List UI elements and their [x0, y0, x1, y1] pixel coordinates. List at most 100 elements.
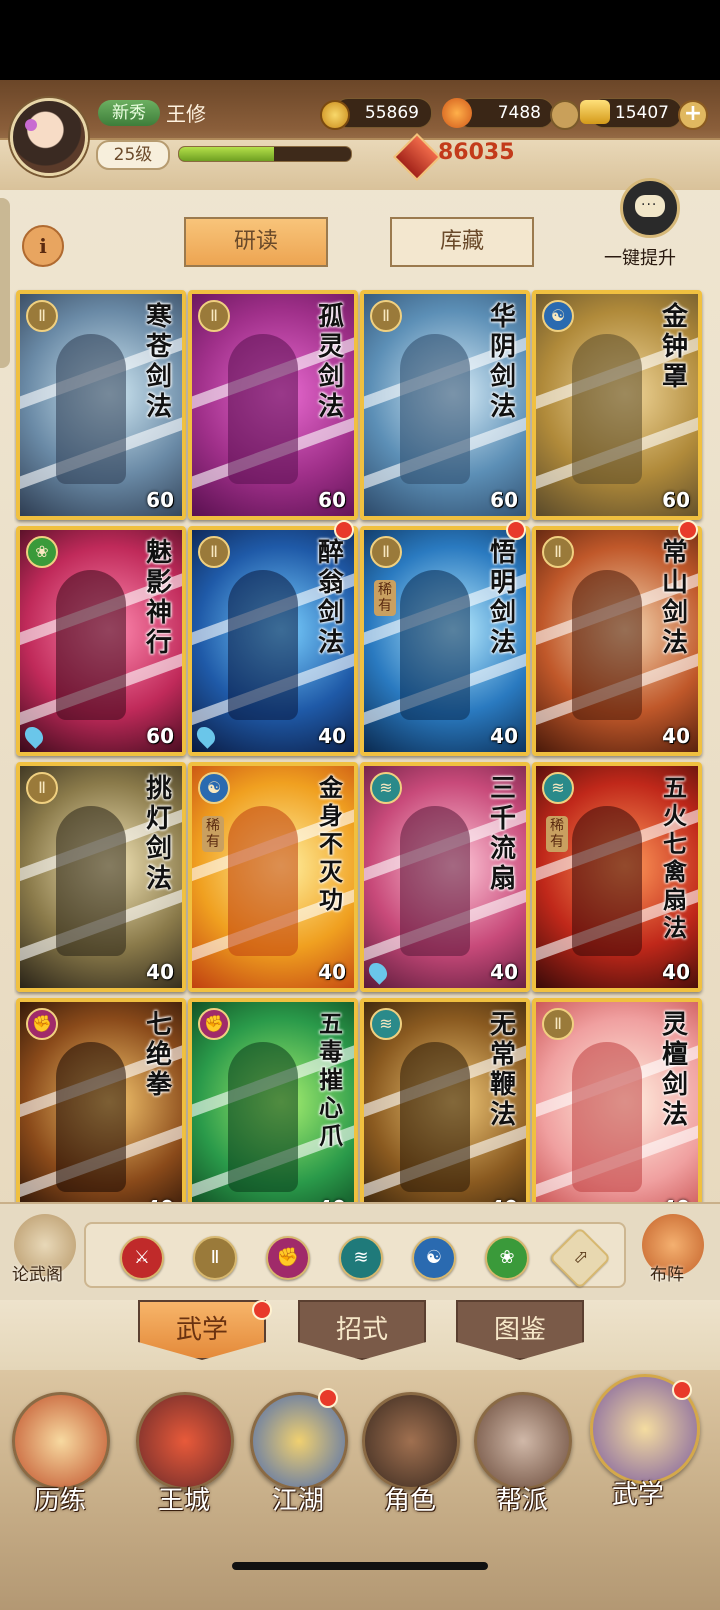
hero-figure — [56, 1042, 126, 1192]
fan-school-icon: ≋ — [370, 1008, 402, 1040]
xp-bar — [178, 146, 352, 162]
fan-school-icon: ≋ — [542, 772, 574, 804]
side-drawer-handle[interactable] — [0, 198, 10, 368]
arena-label: 论武阁 — [12, 1265, 63, 1285]
filter-sword-icon[interactable]: Ⅱ — [193, 1236, 237, 1280]
card-level: 40 — [490, 960, 518, 984]
martial-card[interactable]: ≋ 稀有 五火七禽扇法 40 — [532, 762, 702, 992]
sword-school-icon: Ⅱ — [542, 1008, 574, 1040]
sword-school-icon: Ⅱ — [370, 536, 402, 568]
rare-badge: 稀有 — [374, 580, 396, 616]
hair-flower-icon — [25, 119, 37, 131]
hero-figure — [228, 1042, 298, 1192]
tab-study[interactable]: 研读 — [184, 217, 328, 267]
martial-card[interactable]: Ⅱ 醉翁剑法 40 — [188, 526, 358, 756]
card-alert-dot — [506, 520, 526, 540]
fist-school-icon: ✊ — [26, 1008, 58, 1040]
info-button[interactable]: i — [22, 225, 64, 267]
gold-ingot-icon — [580, 100, 610, 124]
martial-card[interactable]: Ⅱ灵檀剑法40 — [532, 998, 702, 1228]
card-title: 三千流扇 — [489, 774, 516, 894]
martial-card[interactable]: ☯ 金钟罩 60 — [532, 290, 702, 520]
sword-school-icon: Ⅱ — [26, 772, 58, 804]
tab-atlas[interactable]: 图鉴 — [456, 1300, 584, 1360]
jianghu-icon — [250, 1392, 348, 1490]
hero-figure — [572, 570, 642, 720]
card-level: 60 — [146, 488, 174, 512]
card-level: 40 — [318, 960, 346, 984]
xp-fill — [179, 147, 274, 161]
martial-card[interactable]: ❀ 魅影神行 60 — [16, 526, 186, 756]
filter-fist-icon[interactable]: ✊ — [266, 1236, 310, 1280]
nav-jianghu[interactable]: 江湖 — [250, 1392, 348, 1517]
sword-school-icon: Ⅱ — [26, 300, 58, 332]
bottom-nav: 历练 王城 江湖 角色 帮派 武学 — [0, 1370, 720, 1610]
player-level: 25级 — [96, 140, 170, 170]
nav-guild-label: 帮派 — [495, 1486, 548, 1516]
hero-figure — [572, 1042, 642, 1192]
chat-button[interactable]: ··· — [620, 178, 680, 238]
tab-store[interactable]: 库藏 — [390, 217, 534, 267]
card-title: 五毒摧心爪 — [319, 1009, 343, 1150]
tab-moves[interactable]: 招式 — [298, 1300, 426, 1360]
martial-card[interactable]: Ⅱ 挑灯剑法 40 — [16, 762, 186, 992]
card-title: 孤灵剑法 — [317, 302, 344, 422]
gold-value: 15407 — [614, 103, 669, 123]
one-key-upgrade-button[interactable]: 一键提升 — [604, 244, 676, 270]
card-title: 华阴剑法 — [489, 302, 516, 422]
martial-card[interactable]: Ⅱ 华阴剑法 60 — [360, 290, 530, 520]
martial-card-grid[interactable]: Ⅱ 寒苍剑法 60 Ⅱ 孤灵剑法 60 Ⅱ 华阴剑法 60 ☯ 金钟罩 60 ❀ 魅影神行 60 Ⅱ 醉翁剑法 4… — [14, 288, 708, 1290]
martial-card[interactable]: ✊七绝拳40 — [16, 998, 186, 1228]
coin-value: 55869 — [364, 103, 419, 123]
sword-school-icon: Ⅱ — [198, 300, 230, 332]
filter-taiji-icon[interactable]: ☯ — [412, 1236, 456, 1280]
avatar[interactable] — [10, 98, 88, 176]
leaf-school-icon: ❀ — [26, 536, 58, 568]
martial-card[interactable]: ☯ 稀有 金身不灭功 40 — [188, 762, 358, 992]
home-indicator[interactable] — [232, 1562, 488, 1570]
filter-fan-icon[interactable]: ≋ — [339, 1236, 383, 1280]
card-level: 40 — [490, 724, 518, 748]
martial-alert — [672, 1380, 692, 1400]
nav-role-label: 角色 — [383, 1486, 436, 1516]
nav-martial[interactable]: 武学 — [590, 1374, 700, 1511]
card-level: 40 — [146, 960, 174, 984]
filter-up-arrow-icon[interactable]: ⇧ — [548, 1226, 612, 1290]
rare-badge: 稀有 — [202, 816, 224, 852]
guild-seal-icon — [474, 1392, 572, 1490]
filter-blade-icon[interactable]: ⚔ — [120, 1236, 164, 1280]
card-title: 常山剑法 — [661, 538, 688, 658]
tab-martial-alert — [252, 1300, 272, 1320]
nav-train-label: 历练 — [33, 1486, 86, 1516]
card-level: 60 — [662, 488, 690, 512]
hero-figure — [56, 334, 126, 484]
martial-card[interactable]: Ⅱ 寒苍剑法 60 — [16, 290, 186, 520]
card-level: 40 — [662, 724, 690, 748]
card-level: 60 — [490, 488, 518, 512]
card-level: 40 — [662, 960, 690, 984]
nav-guild[interactable]: 帮派 — [474, 1392, 572, 1517]
add-gold-button[interactable]: + — [678, 100, 708, 130]
filter-leaf-icon[interactable]: ❀ — [485, 1236, 529, 1280]
card-title: 金钟罩 — [661, 302, 688, 392]
martial-card[interactable]: ✊五毒摧心爪40 — [188, 998, 358, 1228]
lotus-icon — [442, 98, 472, 128]
martial-card[interactable]: Ⅱ 孤灵剑法 60 — [188, 290, 358, 520]
martial-card[interactable]: ≋无常鞭法40 — [360, 998, 530, 1228]
hero-figure — [228, 570, 298, 720]
role-hat-icon — [362, 1392, 460, 1490]
card-title: 魅影神行 — [145, 538, 172, 658]
card-title: 寒苍剑法 — [145, 302, 172, 422]
nav-city[interactable]: 王城 — [136, 1392, 234, 1517]
hero-figure — [400, 806, 470, 956]
coin-icon — [320, 100, 350, 130]
martial-card[interactable]: Ⅱ 常山剑法 40 — [532, 526, 702, 756]
tab-martial[interactable]: 武学 — [138, 1300, 266, 1360]
nav-role[interactable]: 角色 — [362, 1392, 460, 1517]
taiji-school-icon: ☯ — [198, 772, 230, 804]
nav-train[interactable]: 历练 — [12, 1392, 110, 1517]
martial-card[interactable]: ≋ 三千流扇 40 — [360, 762, 530, 992]
city-gate-icon — [136, 1392, 234, 1490]
martial-card[interactable]: Ⅱ 稀有 悟明剑法 40 — [360, 526, 530, 756]
hero-figure — [572, 806, 642, 956]
